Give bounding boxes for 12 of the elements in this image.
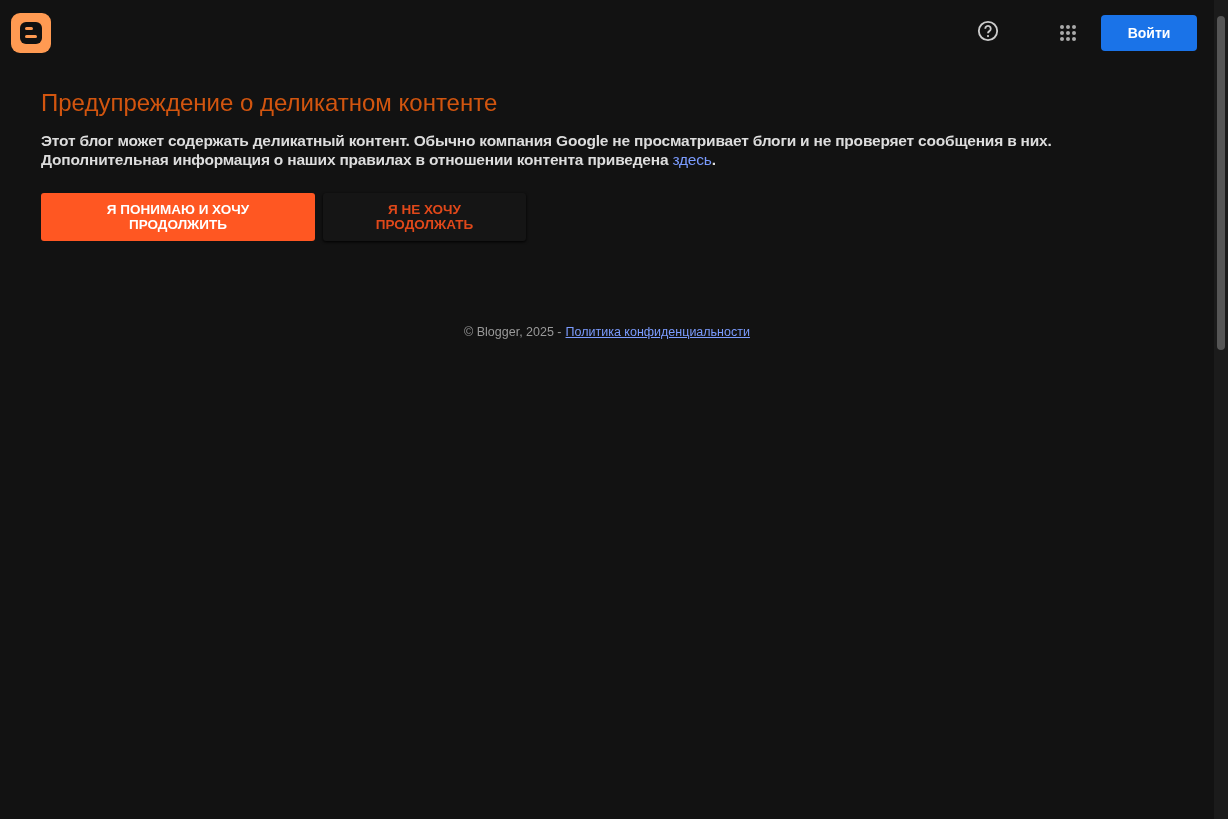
warning-title: Предупреждение о деликатном контенте	[41, 89, 499, 117]
warning-text: Этот блог может содержать деликатный контент. Обычно компания Google не просматривает блоги и не проверяет сообщения в них. Дополнительная информация о наших правилах в отношении контента приведена здесь.	[41, 131, 1053, 169]
help-icon[interactable]	[977, 20, 999, 42]
scrollbar[interactable]	[1214, 0, 1228, 819]
sign-in-button[interactable]: Войти	[1101, 15, 1197, 51]
privacy-policy-link[interactable]: Политика конфиденциальности	[565, 325, 750, 339]
blogger-logo-icon[interactable]	[11, 13, 51, 53]
decline-button[interactable]: Я НЕ ХОЧУ ПРОДОЛЖАТЬ	[323, 193, 526, 241]
here-link[interactable]: здесь	[672, 151, 712, 168]
copyright-text: © Blogger, 2025 -	[464, 325, 562, 339]
apps-grid-icon[interactable]	[1059, 24, 1077, 42]
continue-button[interactable]: Я ПОНИМАЮ И ХОЧУ ПРОДОЛЖИТЬ	[41, 193, 315, 241]
